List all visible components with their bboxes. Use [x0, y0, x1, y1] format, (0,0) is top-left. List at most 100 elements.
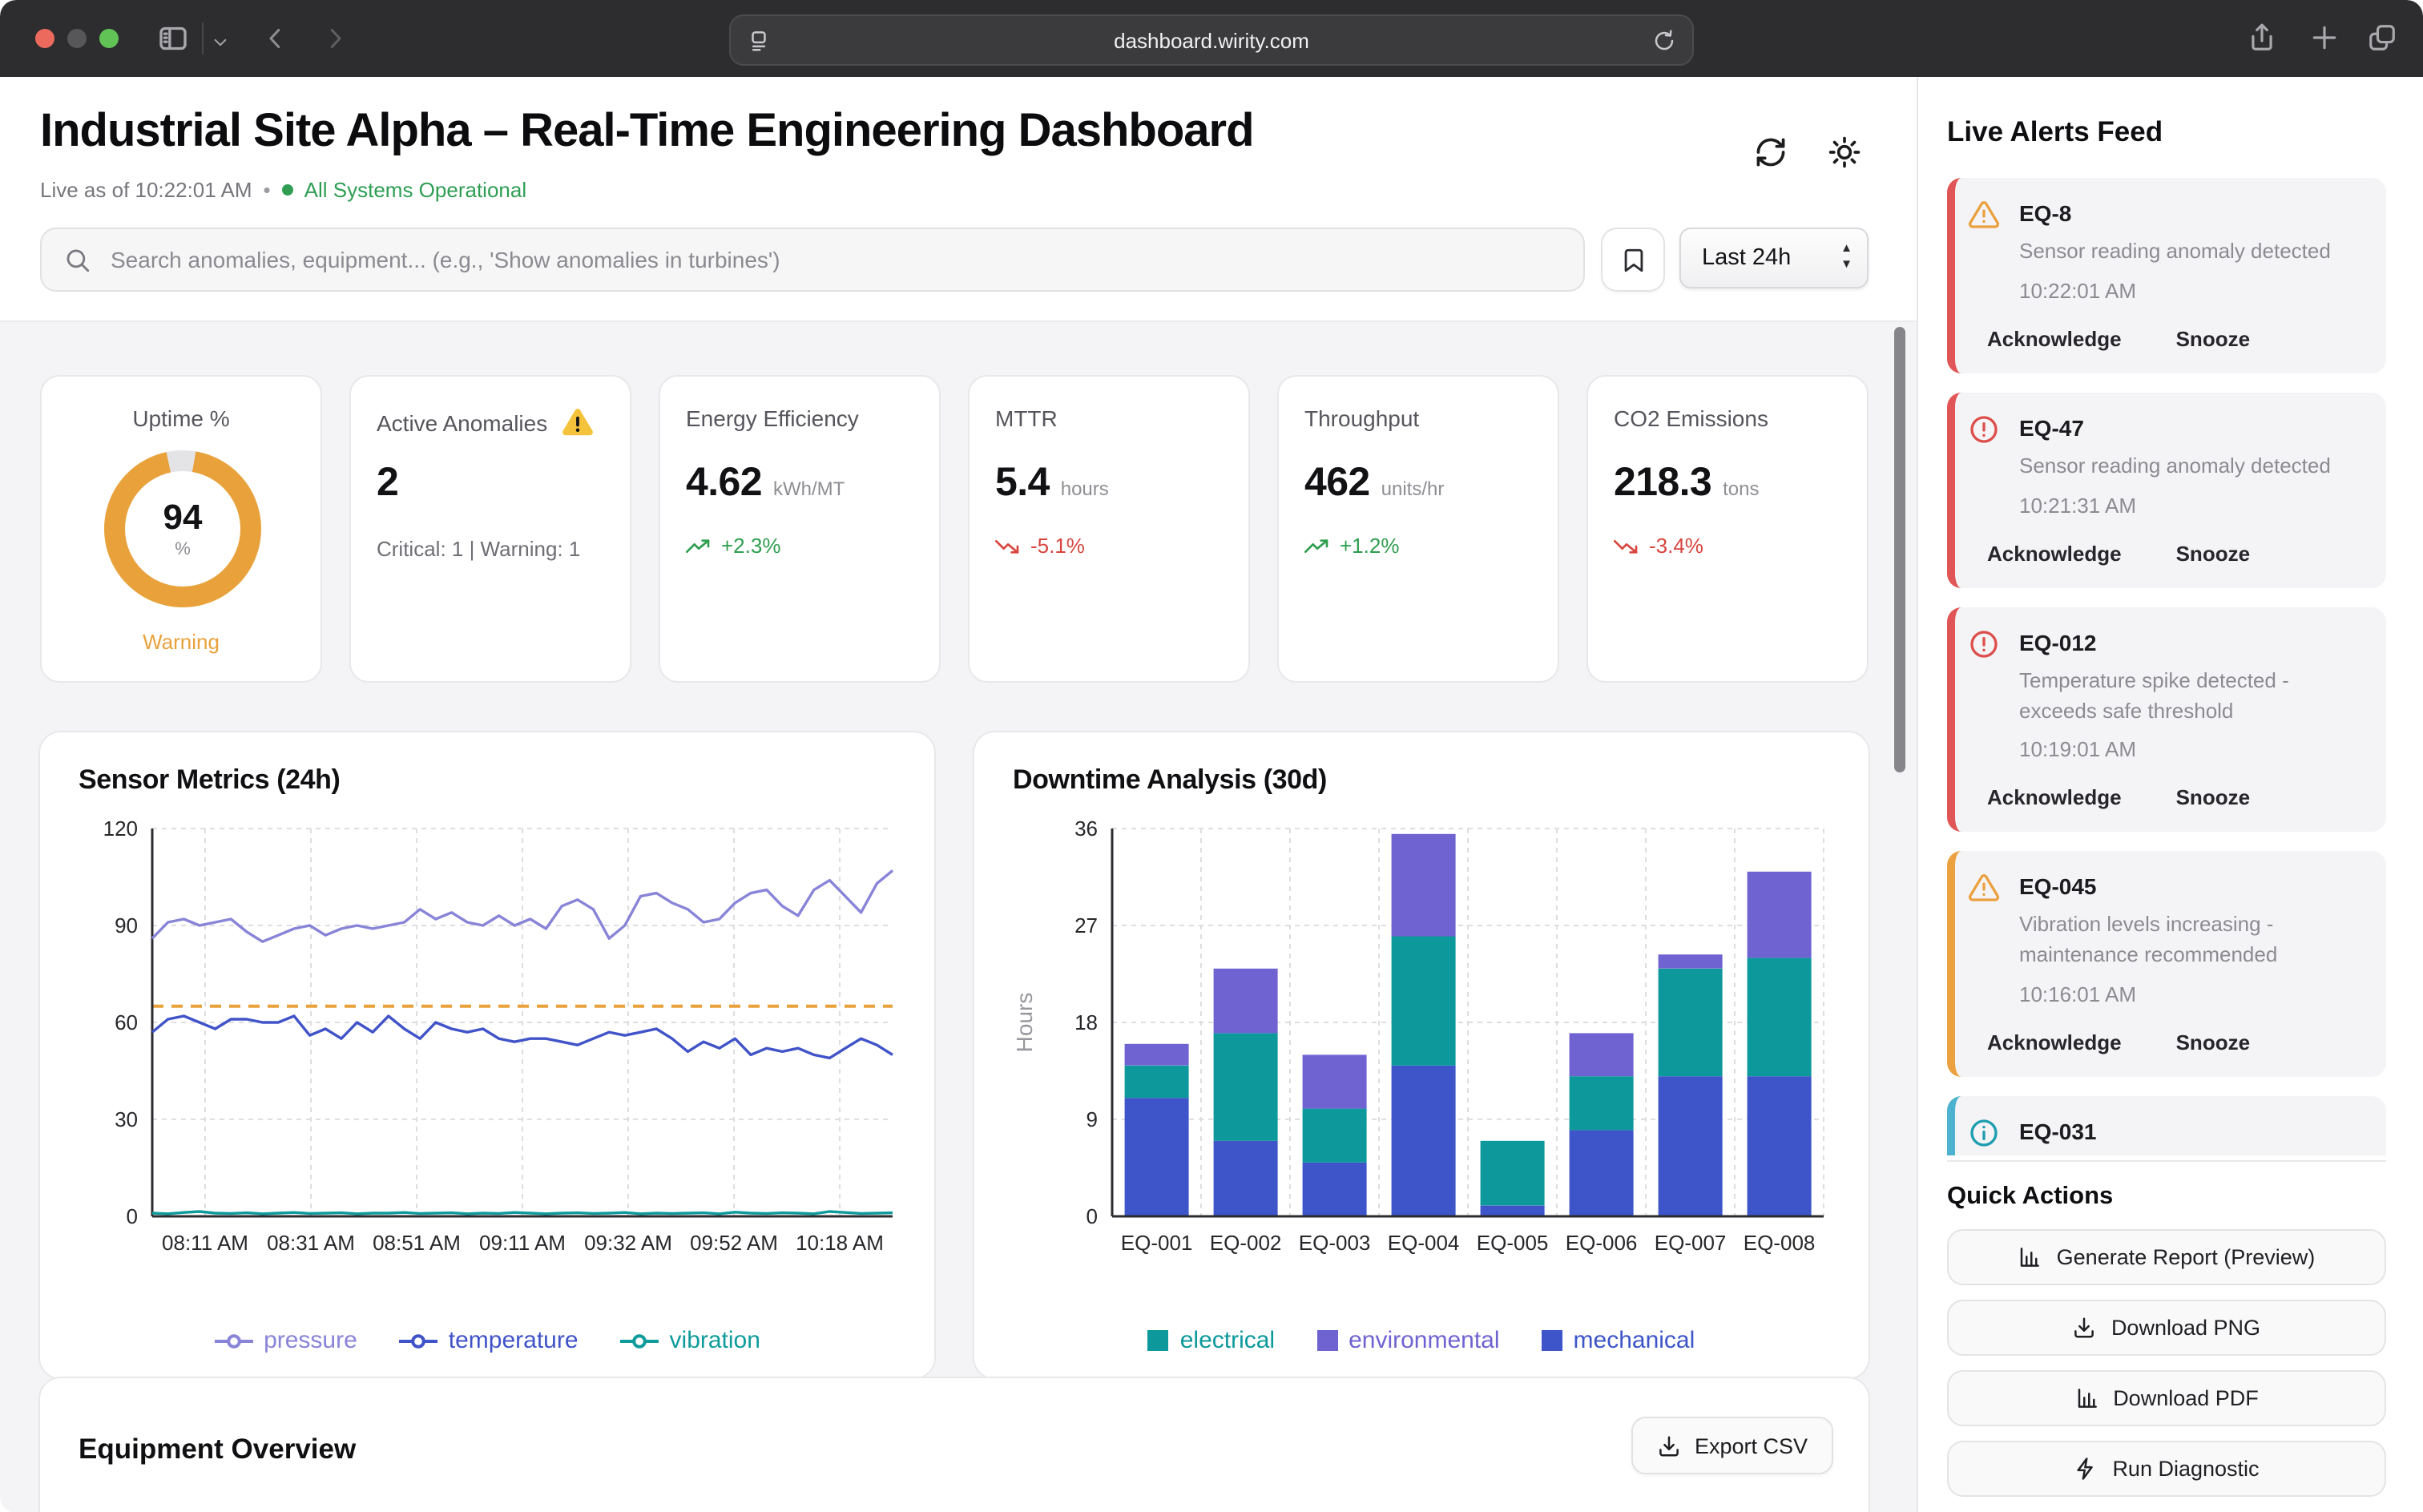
svg-text:EQ-008: EQ-008 [1744, 1231, 1816, 1255]
sensor-metrics-card: Sensor Metrics (24h) 08:11 AM08:31 AM08:… [38, 731, 936, 1380]
kpi-card-mttr: MTTR5.4hours-5.1% [968, 375, 1250, 683]
sensor-metrics-legend: pressure temperature vibration [40, 1327, 934, 1354]
kpi-value: 462 [1304, 460, 1370, 506]
back-icon[interactable] [261, 24, 290, 53]
alerts-feed-title: Live Alerts Feed [1947, 115, 2163, 149]
svg-text:36: 36 [1074, 819, 1098, 841]
kpi-label: Uptime % [132, 405, 229, 431]
legend-item-mechanical[interactable]: mechanical [1542, 1327, 1695, 1354]
refresh-button[interactable] [1753, 135, 1788, 170]
kpi-row: Uptime % 94% Warning Active Anomalies2Criti… [40, 375, 1869, 683]
trend-up-icon [1304, 538, 1330, 554]
dashboard-scroll-area: Uptime % 94% Warning Active Anomalies2Criti… [0, 321, 1917, 1512]
time-range-select[interactable]: Last 24h ▲▼ [1679, 228, 1869, 288]
svg-text:08:11 AM: 08:11 AM [162, 1231, 248, 1255]
chevron-down-icon[interactable] [212, 30, 229, 48]
legend-square-marker-icon [1148, 1330, 1169, 1351]
bookmark-button[interactable] [1601, 228, 1665, 292]
quick-actions-title: Quick Actions [1947, 1183, 2113, 1212]
kpi-trend-value: -5.1% [1030, 534, 1085, 558]
acknowledge-button[interactable]: Acknowledge [1987, 1030, 2122, 1054]
quick-action-label: Run Diagnostic [2112, 1457, 2259, 1481]
alert-timestamp: 10:22:01 AM [2019, 279, 2367, 303]
tab-overview-icon[interactable] [2367, 22, 2397, 53]
legend-item-environmental[interactable]: environmental [1316, 1327, 1499, 1354]
gauge-status-label: Warning [42, 630, 321, 654]
legend-label: vibration [670, 1327, 760, 1354]
export-csv-button[interactable]: Export CSV [1632, 1417, 1833, 1474]
search-container [40, 228, 1585, 292]
kpi-unit: tons [1723, 478, 1759, 500]
kpi-card-energy-efficiency: Energy Efficiency4.62kWh/MT+2.3% [659, 375, 941, 683]
legend-line-marker-icon [399, 1333, 437, 1349]
legend-item-temperature[interactable]: temperature [399, 1327, 579, 1354]
select-arrows-icon: ▲▼ [1840, 240, 1853, 273]
alert-equipment-id: EQ-045 [2019, 873, 2367, 900]
forward-icon[interactable] [321, 24, 349, 53]
vertical-scrollbar-thumb[interactable] [1894, 327, 1905, 772]
theme-toggle-sun-icon[interactable] [1827, 135, 1862, 170]
gauge-value: 94 [163, 499, 203, 534]
chrome-divider [202, 22, 204, 54]
svg-text:120: 120 [103, 819, 138, 841]
kpi-card-throughput: Throughput462units/hr+1.2% [1277, 375, 1559, 683]
snooze-button[interactable]: Snooze [2176, 1030, 2250, 1054]
kpi-value: 2 [377, 460, 398, 506]
svg-text:27: 27 [1074, 913, 1098, 937]
legend-square-marker-icon [1316, 1330, 1337, 1351]
alert-equipment-id: EQ-8 [2019, 199, 2367, 226]
minimize-window-button[interactable] [67, 29, 87, 48]
quick-action-label: Download PDF [2113, 1386, 2259, 1410]
quick-action-run-diagnostic-button[interactable]: Run Diagnostic [1947, 1441, 2386, 1497]
address-bar[interactable]: dashboard.wirity.com [729, 14, 1694, 66]
legend-item-electrical[interactable]: electrical [1148, 1327, 1275, 1354]
svg-text:08:31 AM: 08:31 AM [267, 1231, 355, 1255]
legend-item-pressure[interactable]: pressure [214, 1327, 357, 1354]
export-csv-label: Export CSV [1695, 1433, 1808, 1458]
downtime-analysis-card: Downtime Analysis (30d) 09182736HoursEQ-… [973, 731, 1870, 1380]
snooze-button[interactable]: Snooze [2176, 541, 2250, 565]
trend-down-icon [1614, 538, 1639, 554]
kpi-subtext: Critical: 1 | Warning: 1 [377, 537, 580, 561]
legend-label: electrical [1180, 1327, 1275, 1354]
legend-label: temperature [449, 1327, 579, 1354]
alert-message: Sensor reading anomaly detected [2019, 452, 2367, 482]
downtime-analysis-chart: 09182736HoursEQ-001EQ-002EQ-003EQ-004EQ-… [1010, 819, 1836, 1308]
acknowledge-button[interactable]: Acknowledge [1987, 327, 2122, 351]
alert-card-eq-47: EQ-47Sensor reading anomaly detected10:2… [1947, 393, 2386, 588]
gauge-unit: % [175, 539, 191, 558]
quick-actions-list: Generate Report (Preview) Download PNG Dow… [1947, 1229, 2386, 1511]
alert-timestamp: 10:16:01 AM [2019, 982, 2367, 1006]
close-window-button[interactable] [35, 29, 54, 48]
alert-circle-icon [1968, 413, 2000, 446]
acknowledge-button[interactable]: Acknowledge [1987, 541, 2122, 565]
alert-card-eq-031: EQ-031Routine scan completed - no issues [1947, 1096, 2386, 1155]
zoom-window-button[interactable] [99, 29, 119, 48]
trend-down-icon [995, 538, 1021, 554]
kpi-card-active-anomalies: Active Anomalies2Critical: 1 | Warning: … [349, 375, 631, 683]
alert-card-eq-012: EQ-012Temperature spike detected - excee… [1947, 607, 2386, 832]
alert-card-eq-8: EQ-8Sensor reading anomaly detected10:22… [1947, 178, 2386, 373]
acknowledge-button[interactable]: Acknowledge [1987, 786, 2122, 810]
legend-label: environmental [1349, 1327, 1499, 1354]
search-input[interactable] [107, 245, 1583, 274]
download-icon [1658, 1433, 1682, 1458]
reload-icon[interactable] [1652, 28, 1676, 52]
quick-action-download-png-button[interactable]: Download PNG [1947, 1300, 2386, 1356]
alert-equipment-id: EQ-031 [2019, 1117, 2367, 1144]
alert-timestamp: 10:21:31 AM [2019, 493, 2367, 517]
snooze-button[interactable]: Snooze [2176, 327, 2250, 351]
snooze-button[interactable]: Snooze [2176, 786, 2250, 810]
legend-item-vibration[interactable]: vibration [620, 1327, 760, 1354]
svg-text:9: 9 [1087, 1107, 1098, 1131]
quick-action-download-pdf-button[interactable]: Download PDF [1947, 1370, 2386, 1426]
quick-action-generate-report-preview-button[interactable]: Generate Report (Preview) [1947, 1229, 2386, 1285]
main-content: Industrial Site Alpha – Real-Time Engine… [0, 77, 1917, 1512]
legend-label: mechanical [1574, 1327, 1695, 1354]
sidebar-toggle-icon[interactable] [157, 22, 189, 54]
downtime-analysis-title: Downtime Analysis (30d) [1013, 764, 1327, 796]
new-tab-icon[interactable] [2309, 22, 2340, 53]
svg-text:EQ-006: EQ-006 [1566, 1231, 1638, 1255]
search-icon [64, 246, 91, 273]
share-icon[interactable] [2247, 22, 2277, 53]
